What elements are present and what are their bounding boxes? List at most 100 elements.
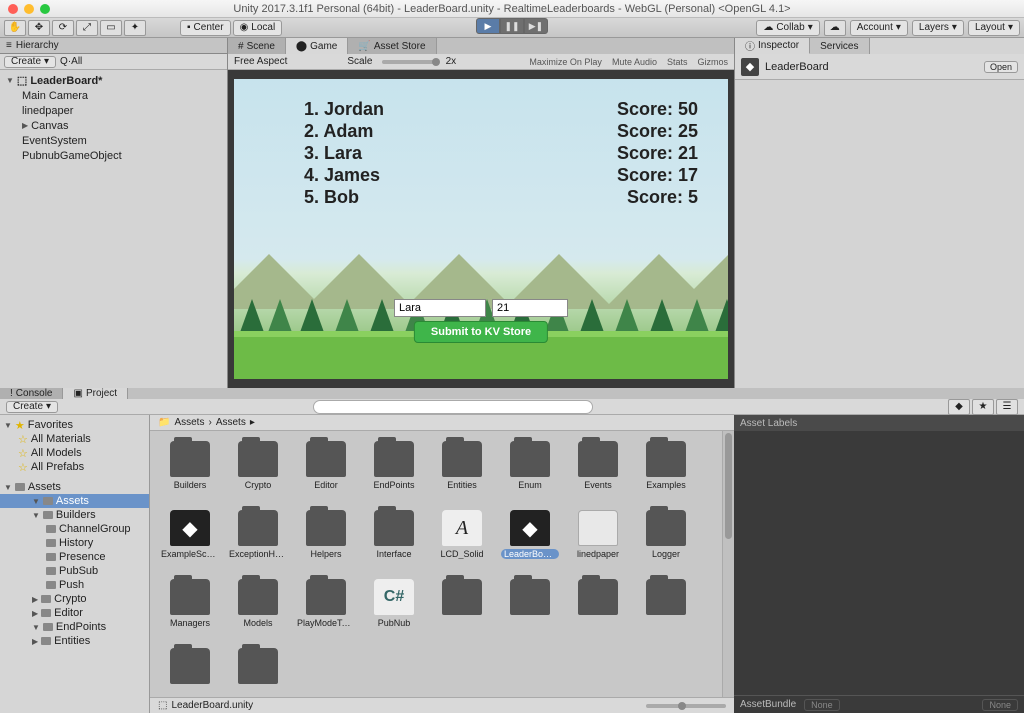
rect-tool[interactable]: ▭ bbox=[100, 20, 122, 36]
unity-cube-icon: ◆ bbox=[741, 58, 759, 76]
asset-item[interactable]: Logger bbox=[642, 510, 690, 559]
gizmos-toggle[interactable]: Gizmos bbox=[697, 57, 728, 67]
collab-dropdown[interactable]: ☁ Collab ▾ bbox=[756, 20, 819, 36]
asset-item[interactable]: Events bbox=[574, 441, 622, 490]
project-tree-item[interactable]: ▼ Assets bbox=[0, 480, 149, 494]
asset-item[interactable]: Helpers bbox=[302, 510, 350, 559]
open-asset-button[interactable]: Open bbox=[984, 61, 1018, 73]
stats-toggle[interactable]: Stats bbox=[667, 57, 688, 67]
hand-tool[interactable]: ✋ bbox=[4, 20, 26, 36]
asset-item[interactable]: Examples bbox=[642, 441, 690, 490]
project-tree-item[interactable]: ▼ Builders bbox=[0, 508, 149, 522]
project-tree-item[interactable]: ☆ All Models bbox=[0, 446, 149, 460]
hierarchy-item[interactable]: ▶Canvas bbox=[0, 118, 227, 133]
cloud-button[interactable]: ☁ bbox=[824, 20, 846, 36]
maximize-window-button[interactable] bbox=[40, 4, 50, 14]
layout-dropdown[interactable]: Layout ▾ bbox=[968, 20, 1020, 36]
project-tree-item[interactable]: ▶ Editor bbox=[0, 606, 149, 620]
project-search-input[interactable] bbox=[313, 400, 593, 414]
hierarchy-tab[interactable]: ≡ Hierarchy bbox=[0, 38, 227, 54]
project-tree-item[interactable]: History bbox=[0, 536, 149, 550]
project-zoom-slider[interactable] bbox=[646, 704, 726, 708]
asset-item[interactable]: ◆ExampleScene bbox=[166, 510, 214, 559]
project-tree-item[interactable]: Presence bbox=[0, 550, 149, 564]
project-tree-item[interactable]: ▼★ Favorites bbox=[0, 418, 149, 432]
project-tree-item[interactable]: ▼ Assets bbox=[0, 494, 149, 508]
scene-tab[interactable]: # Scene bbox=[228, 38, 286, 54]
asset-item[interactable] bbox=[234, 648, 282, 687]
account-dropdown[interactable]: Account ▾ bbox=[850, 20, 908, 36]
asset-item[interactable]: Enum bbox=[506, 441, 554, 490]
hierarchy-item[interactable]: EventSystem bbox=[0, 133, 227, 148]
inspector-tab[interactable]: ⓘ Inspector bbox=[735, 38, 810, 54]
aspect-dropdown[interactable]: Free Aspect bbox=[234, 56, 287, 67]
close-window-button[interactable] bbox=[8, 4, 18, 14]
asset-item[interactable]: ◆LeaderBoard bbox=[506, 510, 554, 559]
space-toggle[interactable]: ◉ Local bbox=[233, 20, 283, 36]
rotate-tool[interactable]: ⟳ bbox=[52, 20, 74, 36]
leaderboard-name-input[interactable] bbox=[394, 299, 486, 317]
project-tree-item[interactable]: ChannelGroup bbox=[0, 522, 149, 536]
project-tree-item[interactable]: ☆ All Prefabs bbox=[0, 460, 149, 474]
submit-button[interactable]: Submit to KV Store bbox=[414, 321, 548, 343]
asset-item[interactable] bbox=[166, 648, 214, 687]
game-tab[interactable]: ⬤ Game bbox=[286, 38, 348, 54]
filter-button-1[interactable]: ◆ bbox=[948, 399, 970, 415]
assetbundle-name-dropdown[interactable]: None bbox=[804, 699, 840, 711]
asset-item[interactable]: Models bbox=[234, 579, 282, 628]
project-scrollbar[interactable] bbox=[722, 431, 734, 697]
hierarchy-item[interactable]: linedpaper bbox=[0, 103, 227, 118]
scene-root[interactable]: ▼⬚ LeaderBoard* bbox=[0, 73, 227, 88]
asset-item[interactable] bbox=[574, 579, 622, 628]
transform-tool[interactable]: ✦ bbox=[124, 20, 146, 36]
layers-dropdown[interactable]: Layers ▾ bbox=[912, 20, 964, 36]
asset-item[interactable]: linedpaper bbox=[574, 510, 622, 559]
asset-item[interactable] bbox=[438, 579, 486, 628]
move-tool[interactable]: ✥ bbox=[28, 20, 50, 36]
project-tab[interactable]: ▣ Project bbox=[63, 388, 128, 399]
asset-item[interactable]: EndPoints bbox=[370, 441, 418, 490]
hierarchy-item[interactable]: PubnubGameObject bbox=[0, 148, 227, 163]
scale-tool[interactable]: ⤢ bbox=[76, 20, 98, 36]
project-create-dropdown[interactable]: Create ▾ bbox=[6, 401, 58, 413]
project-tree-item[interactable]: Push bbox=[0, 578, 149, 592]
leaderboard-score-input[interactable] bbox=[492, 299, 568, 317]
asset-item[interactable]: ALCD_Solid bbox=[438, 510, 486, 559]
maximize-toggle[interactable]: Maximize On Play bbox=[529, 57, 602, 67]
project-tree-item[interactable]: PubSub bbox=[0, 564, 149, 578]
breadcrumb-root[interactable]: Assets bbox=[174, 417, 204, 428]
asset-item[interactable] bbox=[506, 579, 554, 628]
leaderboard-row: 1. JordanScore: 50 bbox=[304, 99, 698, 121]
project-tree-item[interactable]: ▶ Entities bbox=[0, 634, 149, 648]
services-tab[interactable]: Services bbox=[810, 38, 869, 54]
pause-button[interactable]: ❚❚ bbox=[500, 18, 524, 34]
project-tree-item[interactable]: ▶ Crypto bbox=[0, 592, 149, 606]
minimize-window-button[interactable] bbox=[24, 4, 34, 14]
breadcrumb-current[interactable]: Assets bbox=[216, 417, 246, 428]
asset-item[interactable]: C#PubNub bbox=[370, 579, 418, 628]
filter-button-2[interactable]: ★ bbox=[972, 399, 994, 415]
asset-item[interactable]: Builders bbox=[166, 441, 214, 490]
hierarchy-item[interactable]: Main Camera bbox=[0, 88, 227, 103]
project-tree-item[interactable]: ☆ All Materials bbox=[0, 432, 149, 446]
asset-item[interactable]: Editor bbox=[302, 441, 350, 490]
hierarchy-search-filter[interactable]: Q·All bbox=[60, 56, 82, 67]
pivot-toggle[interactable]: ▪ Center bbox=[180, 20, 231, 36]
project-tree-item[interactable]: ▼ EndPoints bbox=[0, 620, 149, 634]
hierarchy-create-dropdown[interactable]: Create ▾ bbox=[4, 56, 56, 68]
step-button[interactable]: ▶❚ bbox=[524, 18, 548, 34]
mute-toggle[interactable]: Mute Audio bbox=[612, 57, 657, 67]
filter-button-3[interactable]: ☰ bbox=[996, 399, 1018, 415]
asset-item[interactable]: Managers bbox=[166, 579, 214, 628]
asset-store-tab[interactable]: 🛒 Asset Store bbox=[348, 38, 436, 54]
asset-item[interactable]: PlayModeTes... bbox=[302, 579, 350, 628]
asset-item[interactable] bbox=[642, 579, 690, 628]
scale-slider[interactable] bbox=[382, 60, 435, 64]
play-button[interactable]: ▶ bbox=[476, 18, 500, 34]
assetbundle-variant-dropdown[interactable]: None bbox=[982, 699, 1018, 711]
asset-item[interactable]: Interface bbox=[370, 510, 418, 559]
asset-item[interactable]: ExceptionHa... bbox=[234, 510, 282, 559]
asset-item[interactable]: Entities bbox=[438, 441, 486, 490]
console-tab[interactable]: ! Console bbox=[0, 388, 63, 399]
asset-item[interactable]: Crypto bbox=[234, 441, 282, 490]
